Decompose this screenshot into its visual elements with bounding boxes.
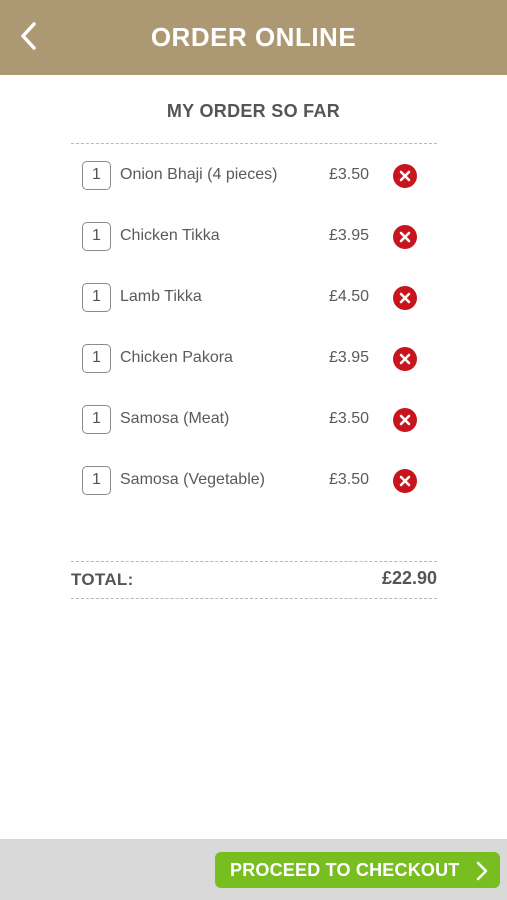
remove-item-button[interactable] [393,469,417,493]
checkout-label: PROCEED TO CHECKOUT [230,860,460,880]
divider [71,598,437,599]
divider [71,561,437,562]
quantity-box[interactable]: 1 [82,405,111,434]
quantity-box[interactable]: 1 [82,161,111,190]
item-price: £3.50 [328,410,369,427]
item-name: Chicken Tikka [120,227,220,244]
remove-x-icon [393,408,417,432]
order-item: 1 Lamb Tikka £4.50 [71,278,437,318]
total-label: TOTAL: [71,570,134,589]
item-price: £3.95 [328,227,369,244]
item-price: £3.50 [328,471,369,488]
order-section-title: MY ORDER SO FAR [166,101,341,121]
chevron-right-icon [476,861,488,886]
remove-item-button[interactable] [393,225,417,249]
quantity-box[interactable]: 1 [82,466,111,495]
footer-bar: PROCEED TO CHECKOUT [0,839,507,900]
remove-item-button[interactable] [393,164,417,188]
item-name: Samosa (Vegetable) [120,471,265,488]
proceed-to-checkout-button[interactable]: PROCEED TO CHECKOUT [215,852,500,888]
remove-x-icon [393,347,417,371]
item-price: £4.50 [328,288,369,305]
remove-item-button[interactable] [393,408,417,432]
item-name: Chicken Pakora [120,349,233,366]
order-item: 1 Chicken Pakora £3.95 [71,339,437,379]
remove-x-icon [393,225,417,249]
item-name: Lamb Tikka [120,288,202,305]
remove-x-icon [393,469,417,493]
remove-x-icon [393,286,417,310]
item-name: Samosa (Meat) [120,410,230,427]
order-item: 1 Samosa (Vegetable) £3.50 [71,461,437,501]
order-item: 1 Onion Bhaji (4 pieces) £3.50 [71,156,437,196]
app-header: ORDER ONLINE [0,0,507,75]
item-price: £3.50 [328,166,369,183]
page-title: ORDER ONLINE [150,22,357,52]
quantity-box[interactable]: 1 [82,344,111,373]
quantity-box[interactable]: 1 [82,283,111,312]
order-item: 1 Samosa (Meat) £3.50 [71,400,437,440]
item-name: Onion Bhaji (4 pieces) [120,166,278,183]
divider [71,143,437,144]
remove-item-button[interactable] [393,347,417,371]
total-value: £22.90 [381,568,437,588]
item-price: £3.95 [328,349,369,366]
remove-x-icon [393,164,417,188]
quantity-box[interactable]: 1 [82,222,111,251]
remove-item-button[interactable] [393,286,417,310]
order-item: 1 Chicken Tikka £3.95 [71,217,437,257]
